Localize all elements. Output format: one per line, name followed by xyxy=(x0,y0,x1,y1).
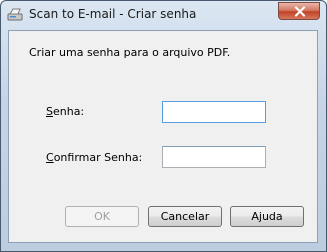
dialog-window: Scan to E-mail - Criar senha Criar uma s… xyxy=(0,0,327,252)
window-title: Scan to E-mail - Criar senha xyxy=(29,7,197,21)
password-label-text: enha: xyxy=(52,105,85,118)
close-button[interactable] xyxy=(278,2,320,20)
title-bar[interactable]: Scan to E-mail - Criar senha xyxy=(1,1,326,30)
close-icon xyxy=(294,6,306,17)
ok-button[interactable]: OK xyxy=(65,206,139,227)
password-label-mnemonic: S xyxy=(46,105,53,118)
confirm-label-text: onfirmar Senha: xyxy=(53,151,143,164)
help-button[interactable]: Ajuda xyxy=(230,206,304,227)
cancel-button[interactable]: Cancelar xyxy=(148,206,222,227)
password-label: Senha: xyxy=(46,105,84,118)
confirm-password-input[interactable] xyxy=(162,146,266,168)
confirm-label-mnemonic: C xyxy=(46,151,54,164)
confirm-password-label: Confirmar Senha: xyxy=(46,151,142,164)
password-input[interactable] xyxy=(162,101,266,123)
dialog-body: Criar uma senha para o arquivo PDF. Senh… xyxy=(8,30,318,243)
instruction-text: Criar uma senha para o arquivo PDF. xyxy=(29,46,231,59)
scanner-app-icon xyxy=(7,7,23,23)
